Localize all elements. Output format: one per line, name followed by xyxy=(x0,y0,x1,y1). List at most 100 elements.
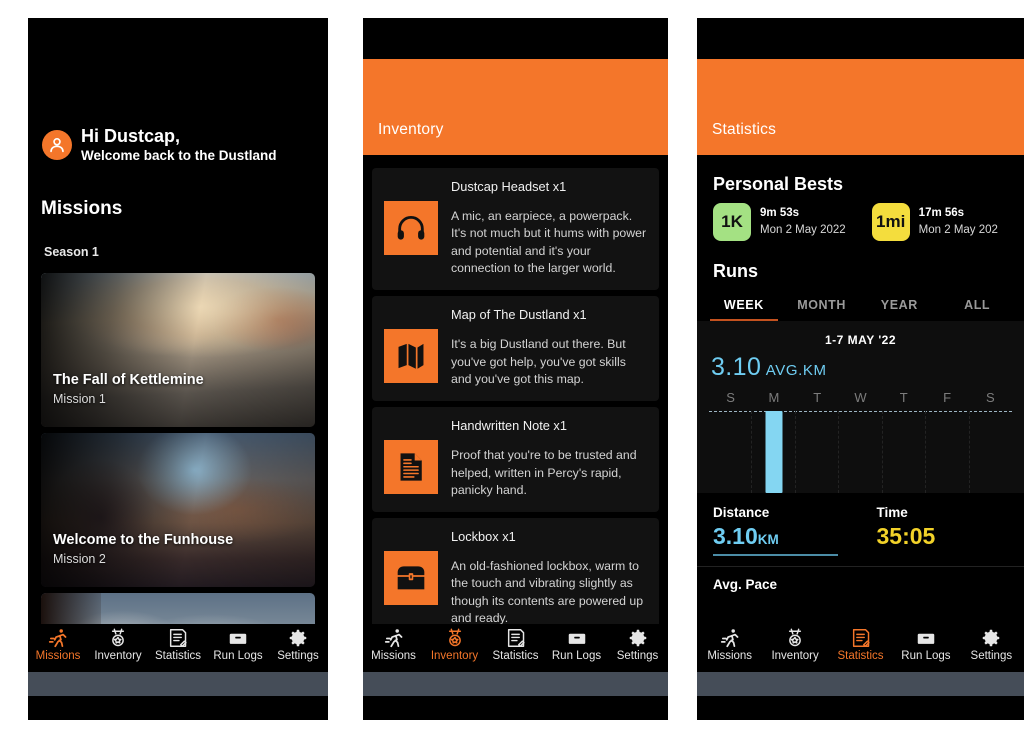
box-icon xyxy=(917,633,935,644)
tab-settings-label: Settings xyxy=(277,650,319,662)
tab-statistics-label: Statistics xyxy=(492,650,539,662)
chart-x-tick: T xyxy=(813,390,822,405)
box-icon xyxy=(229,633,247,644)
tab-inventory[interactable]: Inventory xyxy=(762,627,827,664)
personal-best-meta: 17m 56s Mon 2 May 202 xyxy=(919,205,998,238)
statistics-body: Personal Bests 1K 9m 53s Mon 2 May 2022 … xyxy=(697,164,1024,592)
mission-card[interactable]: Welcome to the Funhouse Mission 2 xyxy=(41,433,315,587)
tab-settings-label: Settings xyxy=(970,650,1013,662)
tab-missions-label: Missions xyxy=(371,650,416,662)
tab-run-logs[interactable]: Run Logs xyxy=(208,627,268,664)
mission-subtitle: Mission 2 xyxy=(53,552,106,567)
tab-runlogs-text: Run Logs xyxy=(213,650,263,662)
personal-bests-title: Personal Bests xyxy=(713,174,844,194)
missions-screen: Hi Dustcap, Welcome back to the Dustland… xyxy=(28,18,328,696)
missions-phone-frame: Hi Dustcap, Welcome back to the Dustland… xyxy=(28,18,328,720)
inventory-item-body: Lockbox x1 An old-fashioned lockbox, war… xyxy=(451,529,647,627)
tab-run-logs[interactable]: Run Logs xyxy=(893,627,958,664)
inventory-item[interactable]: Map of The Dustland x1 It's a big Dustla… xyxy=(372,296,659,402)
tab-run-logs[interactable]: Run Logs xyxy=(546,627,607,664)
tab-settings[interactable]: Settings xyxy=(607,627,668,664)
personal-best-date: Mon 2 May 202 xyxy=(918,224,998,236)
notes-icon xyxy=(852,629,870,647)
chart-column xyxy=(796,411,840,493)
tab-missions[interactable]: Missions xyxy=(363,627,424,664)
inventory-item-name: Map of The Dustland x1 xyxy=(451,307,587,323)
mission-card[interactable]: The Fall of Kettlemine Mission 1 xyxy=(41,273,315,427)
tab-statistics[interactable]: Statistics xyxy=(485,627,546,664)
tab-week[interactable]: WEEK xyxy=(705,292,783,321)
tab-inventory[interactable]: Inventory xyxy=(424,627,485,664)
tab-month[interactable]: MONTH xyxy=(783,292,861,321)
tab-statistics[interactable]: Statistics xyxy=(148,627,208,664)
personal-best-entry[interactable]: 1mi 17m 56s Mon 2 May 202 xyxy=(871,203,998,241)
box-icon xyxy=(568,633,585,644)
tab-inventory-label: Inventory xyxy=(430,650,479,662)
tab-missions-label: Missions xyxy=(35,650,81,662)
tab-settings[interactable]: Settings xyxy=(959,627,1024,664)
statistics-phone-frame: Statistics Personal Bests 1K 9m 53s Mon … xyxy=(697,18,1024,720)
distance-underline xyxy=(713,554,838,557)
personal-best-time: 17m 56s xyxy=(918,207,965,220)
chart-x-tick: S xyxy=(985,390,995,405)
inventory-item[interactable]: Dustcap Headset x1 A mic, an earpiece, a… xyxy=(372,168,659,291)
map-icon xyxy=(384,329,438,384)
status-badge: 1mi xyxy=(871,203,910,241)
season-label: Season 1 xyxy=(44,245,99,259)
chart-x-tick: S xyxy=(726,390,735,405)
inventory-item-description: A mic, an earpiece, a powerpack. It's no… xyxy=(451,208,647,275)
tab-settings[interactable]: Settings xyxy=(268,627,328,664)
chart-column xyxy=(752,411,796,493)
runner-icon xyxy=(384,629,402,648)
mission-subtitle: Mission 1 xyxy=(53,392,106,407)
tab-inventory-label: Inventory xyxy=(771,650,819,662)
chart-summary-value: 3.10 xyxy=(711,353,762,381)
inventory-item-description: An old-fashioned lockbox, warm to the to… xyxy=(451,559,644,626)
statistics-app-header: Statistics xyxy=(697,59,1024,155)
tab-statistics[interactable]: Statistics xyxy=(828,627,893,664)
tab-year[interactable]: YEAR xyxy=(861,292,939,321)
distance-label: Distance xyxy=(713,505,770,520)
inventory-item-description: It's a big Dustland out there. But you'v… xyxy=(451,337,626,386)
user-avatar-icon[interactable] xyxy=(42,130,72,161)
chest-icon xyxy=(384,551,438,606)
tab-missions[interactable]: Missions xyxy=(697,627,762,664)
tab-inventory[interactable]: Inventory xyxy=(88,627,148,664)
personal-best-meta: 9m 53s Mon 2 May 2022 xyxy=(760,205,846,238)
gear-icon xyxy=(983,629,1000,647)
status-badge: 1K xyxy=(713,203,751,241)
inventory-phone-frame: Inventory Dustcap Headset x1 A mic, an e… xyxy=(363,18,668,720)
tab-statistics-label: Statistics xyxy=(837,650,884,662)
tab-missions[interactable]: Missions xyxy=(28,627,88,664)
chart-date-range: 1-7 MAY '22 xyxy=(824,333,897,347)
medal-icon xyxy=(448,628,461,647)
inventory-item[interactable]: Handwritten Note x1 Proof that you're to… xyxy=(372,407,659,513)
system-navigation-bar xyxy=(697,672,1024,696)
inventory-header-title: Inventory xyxy=(378,121,444,138)
tab-runlogs-label: Run Logs xyxy=(551,650,602,662)
metric-time: Time 35:05 xyxy=(861,505,1024,566)
personal-best-entry[interactable]: 1K 9m 53s Mon 2 May 2022 xyxy=(713,203,846,241)
inventory-item-body: Map of The Dustland x1 It's a big Dustla… xyxy=(451,307,647,388)
inventory-item[interactable]: Lockbox x1 An old-fashioned lockbox, war… xyxy=(372,518,659,641)
inventory-list: Dustcap Headset x1 A mic, an earpiece, a… xyxy=(372,168,659,647)
inventory-item-body: Dustcap Headset x1 A mic, an earpiece, a… xyxy=(451,179,647,277)
screenshot-stage: Hi Dustcap, Welcome back to the Dustland… xyxy=(0,0,1024,738)
inventory-item-description: Proof that you're to be trusted and help… xyxy=(451,448,637,497)
greeting-name: Hi Dustcap, xyxy=(81,126,181,146)
greeting-row: Hi Dustcap, Welcome back to the Dustland xyxy=(42,126,277,164)
inventory-item-body: Handwritten Note x1 Proof that you're to… xyxy=(451,418,647,499)
chart-x-tick: W xyxy=(854,390,867,405)
tab-all[interactable]: ALL xyxy=(938,292,1016,321)
system-navigation-bar xyxy=(363,672,668,696)
chart-column xyxy=(839,411,883,493)
distance-value-row: 3.10KM xyxy=(713,523,861,549)
bottom-tab-bar: Missions Inventory Statistics Run Logs S… xyxy=(697,624,1024,672)
chart-bar[interactable] xyxy=(765,411,783,493)
avg-pace-label: Avg. Pace xyxy=(713,577,778,593)
inventory-app-header: Inventory xyxy=(363,59,668,155)
chart-x-tick: M xyxy=(768,390,780,405)
time-value: 35:05 xyxy=(876,523,936,549)
personal-bests-row: 1K 9m 53s Mon 2 May 2022 1mi 17m 56s Mon… xyxy=(697,195,1024,241)
chart-columns xyxy=(709,411,1012,493)
